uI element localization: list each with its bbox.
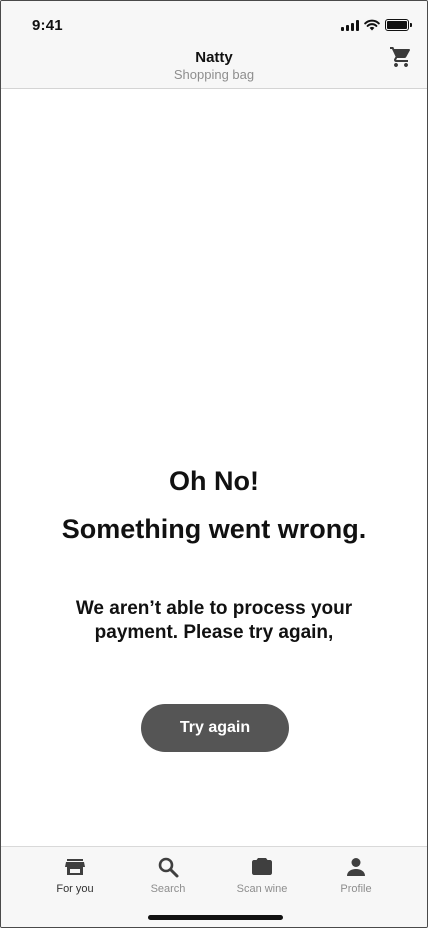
- battery-icon: [385, 19, 412, 31]
- shopping-cart-icon[interactable]: [389, 45, 413, 69]
- search-icon: [158, 857, 179, 878]
- app-screen: 9:41 Natty Shopping bag Oh No! Something…: [0, 0, 428, 928]
- status-time: 9:41: [32, 17, 63, 34]
- error-title: Oh No!: [169, 466, 259, 496]
- error-message: We aren’t able to process your payment. …: [75, 598, 353, 643]
- tab-label: Profile: [340, 883, 372, 895]
- error-content: Oh No! Something went wrong. We aren’t a…: [1, 90, 427, 846]
- camera-icon: [252, 858, 272, 875]
- wifi-icon: [364, 19, 380, 31]
- tab-for-you[interactable]: For you: [35, 855, 115, 895]
- person-icon: [347, 858, 365, 876]
- nav-title: Natty: [195, 49, 233, 66]
- tab-label: Search: [150, 883, 186, 895]
- store-icon: [65, 859, 85, 875]
- try-again-button[interactable]: Try again: [141, 704, 289, 752]
- top-bar: 9:41 Natty Shopping bag: [1, 1, 427, 89]
- error-subtitle: Something went wrong.: [61, 514, 367, 544]
- cellular-signal-icon: [341, 19, 359, 31]
- tab-search[interactable]: Search: [128, 855, 208, 895]
- tab-profile[interactable]: Profile: [316, 855, 396, 895]
- tab-label: For you: [56, 883, 94, 895]
- status-icons: [341, 19, 412, 31]
- tab-scan-wine[interactable]: Scan wine: [222, 855, 302, 895]
- home-indicator: [148, 915, 283, 920]
- nav-subtitle: Shopping bag: [173, 67, 255, 82]
- tab-label: Scan wine: [236, 883, 288, 895]
